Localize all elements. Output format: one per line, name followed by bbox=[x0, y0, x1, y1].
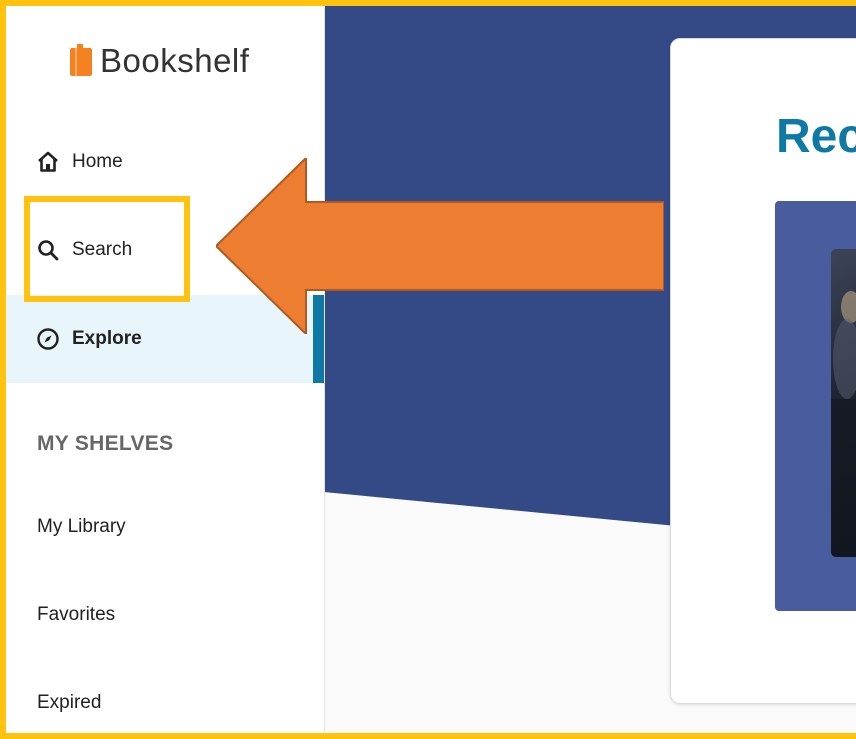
sidebar-item-label: Explore bbox=[72, 328, 142, 349]
main-content: Rec bbox=[324, 6, 856, 733]
sidebar-item-label: Home bbox=[72, 151, 123, 172]
sidebar-item-expired[interactable]: Expired bbox=[37, 692, 101, 714]
search-icon bbox=[38, 240, 59, 261]
book-cover-image[interactable] bbox=[831, 249, 856, 557]
compass-icon bbox=[37, 328, 59, 350]
brand-name: Bookshelf bbox=[100, 42, 250, 79]
card-title: Rec bbox=[776, 110, 856, 163]
sidebar-item-my-library[interactable]: My Library bbox=[37, 516, 126, 538]
home-icon bbox=[38, 151, 58, 172]
sidebar: Bookshelf Home Search Explore MY SHELVES… bbox=[6, 6, 325, 733]
section-title-my-shelves: MY SHELVES bbox=[37, 432, 174, 455]
arrow-left-icon bbox=[216, 158, 664, 334]
recommendation-panel bbox=[775, 201, 856, 611]
bookshelf-logo[interactable]: Bookshelf bbox=[70, 42, 249, 80]
cover-art-icon bbox=[831, 291, 856, 557]
book-logo-icon bbox=[70, 44, 92, 76]
sidebar-item-label: Search bbox=[72, 239, 133, 260]
screenshot-frame: Bookshelf Home Search Explore MY SHELVES… bbox=[0, 0, 856, 739]
sidebar-item-favorites[interactable]: Favorites bbox=[37, 604, 115, 626]
recommendation-card: Rec bbox=[670, 38, 856, 704]
